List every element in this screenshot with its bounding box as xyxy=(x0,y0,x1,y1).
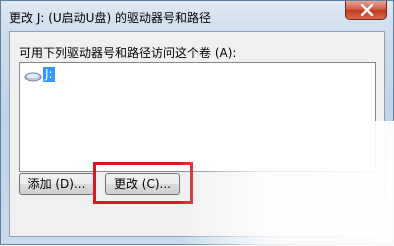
window-title: 更改 J: (U启动U盘) 的驱动器号和路径 xyxy=(9,11,211,25)
list-item-label: J: xyxy=(43,66,55,82)
faded-area xyxy=(177,121,394,246)
close-icon xyxy=(360,4,374,16)
drive-icon xyxy=(24,68,42,82)
title-bar: 更改 J: (U启动U盘) 的驱动器号和路径 xyxy=(1,1,393,31)
list-item[interactable]: J: xyxy=(24,66,55,82)
change-drive-letter-dialog: 更改 J: (U启动U盘) 的驱动器号和路径 可用下列驱动器号和路径访问这个卷 … xyxy=(0,0,394,246)
close-button[interactable] xyxy=(345,1,387,20)
volume-paths-label: 可用下列驱动器号和路径访问这个卷 (A): xyxy=(19,46,237,60)
add-button[interactable]: 添加 (D)... xyxy=(19,173,94,195)
